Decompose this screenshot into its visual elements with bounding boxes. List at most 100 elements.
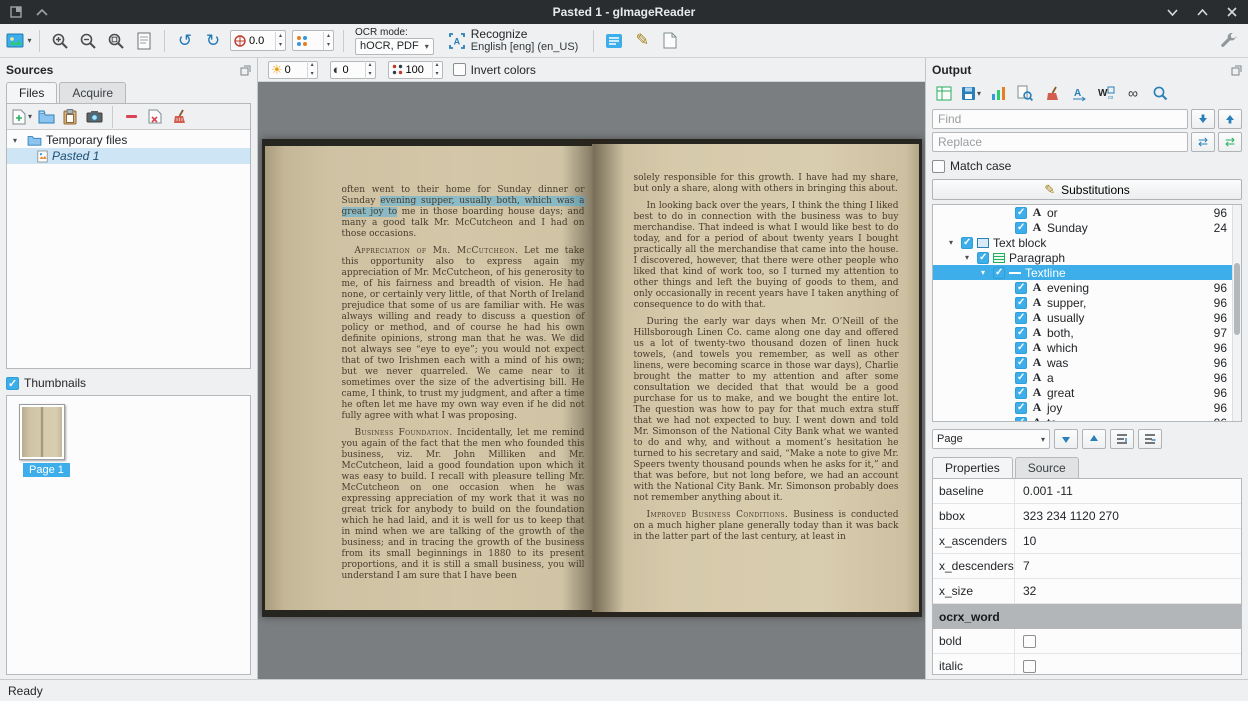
ocr-mode-select[interactable]: hOCR, PDF ▾ [355,38,434,55]
settings-button[interactable] [1216,28,1242,54]
navigate-next-button[interactable] [1054,429,1078,449]
thumbnails-checkbox[interactable] [6,377,19,390]
word-row[interactable]: A a96 [933,370,1241,385]
textline-row-selected[interactable]: ▾ Textline [933,265,1241,280]
zoom-out-button[interactable] [75,28,101,54]
paragraph-row[interactable]: ▾ Paragraph [933,250,1241,265]
spin-arrows[interactable]: ▴▾ [365,61,375,79]
thumbnail-caption[interactable]: Page 1 [23,463,70,477]
brightness-spinbox[interactable]: ☀ ▴▾ [268,61,318,79]
tree-scrollbar[interactable] [1232,205,1241,421]
invert-colors-checkbox[interactable] [453,63,466,76]
close-button[interactable] [1224,4,1240,20]
textblock-row[interactable]: ▾ Text block [933,235,1241,250]
match-case-checkbox[interactable] [932,160,945,173]
find-replace-button[interactable] [1013,82,1037,104]
bold-checkbox[interactable] [1023,635,1036,648]
find-input[interactable] [932,109,1188,129]
tree-row-temporary-files[interactable]: ▾ Temporary files [7,132,250,148]
zoom-in-button[interactable] [47,28,73,54]
navigate-prev-button[interactable] [1082,429,1106,449]
spin-arrows[interactable]: ▴▾ [323,32,333,50]
word-checkbox[interactable] [1015,297,1027,309]
word-checkbox[interactable] [1015,342,1027,354]
word-checkbox[interactable] [1015,372,1027,384]
replace-button[interactable]: ⇄ [1191,132,1215,152]
rotation-spinbox[interactable]: ▴▾ [230,30,286,51]
detach-panel-icon[interactable] [1231,65,1242,76]
word-row[interactable]: A to96 [933,415,1241,422]
spin-arrows[interactable]: ▴▾ [307,61,317,79]
word-checkbox[interactable] [1015,387,1027,399]
page-thumbnail[interactable] [19,404,65,460]
clear-sources-button[interactable] [168,106,190,128]
spin-arrows[interactable]: ▴▾ [275,32,285,50]
word-row[interactable]: A was96 [933,355,1241,370]
word-row[interactable]: A great96 [933,385,1241,400]
recognize-button[interactable]: A Recognize English [eng] (en_US) [440,26,587,56]
resolution-spinbox[interactable]: ▴▾ [388,61,443,79]
toggle-output-pane-button[interactable] [601,28,627,54]
filter-confidence-button[interactable]: A [1067,82,1091,104]
contrast-spinbox[interactable]: ◐ ▴▾ [330,61,376,79]
word-checkbox[interactable] [1015,417,1027,423]
find-next-button[interactable] [1191,109,1215,129]
rotation-value-input[interactable] [249,35,275,47]
word-row[interactable]: A supper,96 [933,295,1241,310]
remove-source-button[interactable] [120,106,142,128]
tab-source[interactable]: Source [1015,457,1079,478]
word-row[interactable]: A evening96 [933,280,1241,295]
zoom-to-selection-button[interactable] [1148,82,1172,104]
edit-mode-button[interactable]: ✎ [629,28,655,54]
word-row[interactable]: A Sunday24 [933,220,1241,235]
tree-row-pasted-1[interactable]: Pasted 1 [7,148,250,164]
word-checkbox[interactable] [1015,312,1027,324]
word-checkbox[interactable] [1015,282,1027,294]
property-row[interactable]: x_ascenders 10 [933,529,1241,554]
paste-button[interactable] [59,106,81,128]
screenshot-button[interactable] [83,106,105,128]
save-output-button[interactable]: ▾ [959,82,983,104]
tab-files[interactable]: Files [6,82,57,103]
navigation-target-select[interactable]: Page ▾ [932,429,1050,449]
replace-all-button[interactable]: ⇄ [1218,132,1242,152]
property-row[interactable]: x_size 32 [933,579,1241,604]
merge-words-button[interactable]: ∞ [1121,82,1145,104]
scrollbar-handle[interactable] [1234,263,1240,335]
open-folder-button[interactable] [35,106,57,128]
word-row[interactable]: A which96 [933,340,1241,355]
open-hocr-button[interactable] [986,82,1010,104]
italic-checkbox[interactable] [1023,660,1036,673]
property-row-bold[interactable]: bold [933,629,1241,654]
word-confidence-button[interactable]: Wco [1094,82,1118,104]
word-row[interactable]: A both,97 [933,325,1241,340]
expander-icon[interactable]: ▾ [961,253,973,262]
replace-input[interactable] [932,132,1188,152]
find-prev-button[interactable] [1218,109,1242,129]
match-case-toggle[interactable]: Match case [932,157,1242,175]
strip-linebreaks-button[interactable] [1040,82,1064,104]
word-checkbox[interactable] [1015,222,1027,234]
expand-all-button[interactable] [1110,429,1134,449]
textline-checkbox[interactable] [993,267,1005,279]
expander-icon[interactable]: ▾ [945,238,957,247]
contrast-input[interactable] [343,64,365,76]
spin-arrows[interactable]: ▴▾ [432,61,442,79]
expander-icon[interactable]: ▾ [13,136,23,145]
word-checkbox[interactable] [1015,402,1027,414]
word-checkbox[interactable] [1015,357,1027,369]
rotate-right-button[interactable]: ↻ [200,28,226,54]
block-checkbox[interactable] [961,237,973,249]
word-row[interactable]: A joy96 [933,400,1241,415]
export-text-button[interactable] [932,82,956,104]
resolution-input[interactable] [406,64,432,76]
maximize-button[interactable] [1194,4,1210,20]
expander-icon[interactable]: ▾ [977,268,989,277]
delete-source-button[interactable] [144,106,166,128]
shade-icon[interactable] [34,4,50,20]
add-images-button[interactable]: ▾ [11,106,33,128]
paragraph-checkbox[interactable] [977,252,989,264]
property-row[interactable]: bbox 323 234 1120 270 [933,504,1241,529]
word-checkbox[interactable] [1015,207,1027,219]
rotate-left-button[interactable]: ↺ [172,28,198,54]
